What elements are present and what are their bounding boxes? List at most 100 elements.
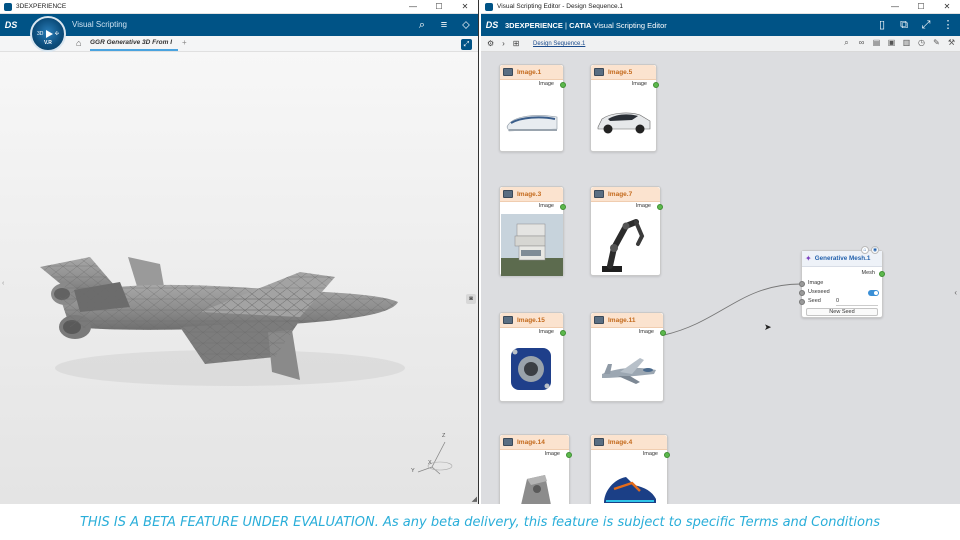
ds-logo-icon[interactable]: DS: [0, 20, 22, 30]
book-icon[interactable]: ▯: [876, 17, 888, 33]
right-titlebar: Visual Scripting Editor - Design Sequenc…: [481, 0, 960, 14]
node-title: Image.14: [517, 438, 545, 446]
node-top-icons: ⌂ ◉: [861, 246, 879, 254]
generative-mesh-node[interactable]: ⌂ ◉ ✦ Generative Mesh.1 Mesh Image Usese…: [799, 246, 885, 318]
image-node-7[interactable]: Image.7 Image: [590, 186, 663, 276]
right-window-title: Visual Scripting Editor - Design Sequenc…: [497, 3, 623, 10]
note-icon[interactable]: ▤: [872, 38, 881, 48]
camera-icon[interactable]: ◙: [466, 294, 476, 304]
graph-canvas[interactable]: Image.1 Image Image.5 Image Image.3 Imag…: [481, 52, 960, 504]
output-port[interactable]: [657, 204, 663, 210]
jet-thumbnail: [602, 358, 656, 384]
menu-icon[interactable]: ≡: [438, 17, 450, 33]
image-node-icon: [594, 438, 604, 446]
minimize-button[interactable]: —: [882, 0, 908, 14]
seed-input[interactable]: 0: [836, 298, 878, 306]
chart-icon[interactable]: ▥: [902, 38, 911, 48]
home-icon[interactable]: ⌂: [76, 38, 81, 48]
generative-sparkle-icon: ✦: [805, 254, 812, 263]
compass-symbol-icon: ✣: [54, 31, 59, 37]
share-icon[interactable]: ⧉: [898, 17, 910, 33]
binoculars-icon[interactable]: ∞: [857, 38, 866, 48]
output-port-label: Image: [538, 203, 554, 209]
minimize-button[interactable]: —: [400, 0, 426, 14]
useseed-input-port[interactable]: [799, 290, 805, 296]
expand-icon[interactable]: ⤢: [461, 39, 472, 50]
image-node-4[interactable]: Image.4 Image: [590, 434, 670, 504]
chevron-left-icon[interactable]: ‹: [954, 288, 957, 297]
seed-row: Seed 0: [799, 298, 882, 307]
tree-icon[interactable]: ⊞: [513, 39, 520, 48]
node-title: Generative Mesh.1: [814, 255, 871, 262]
tools-icon[interactable]: ⚒: [947, 38, 956, 48]
visual-scripting-window: 3DEXPERIENCE — ☐ ✕ DS Visual Scripting ⌕…: [0, 0, 479, 504]
train-thumbnail: [506, 115, 558, 132]
seed-input-port[interactable]: [799, 299, 805, 305]
node-header: Image.11: [591, 313, 663, 328]
image-node-14[interactable]: Image.14 Image: [499, 434, 572, 504]
fullscreen-icon[interactable]: ⤢: [920, 17, 932, 33]
y-axis-label: Y: [411, 468, 415, 474]
maximize-button[interactable]: ☐: [426, 0, 452, 14]
play-icon: [45, 30, 53, 38]
node-header: Image.14: [500, 435, 569, 450]
seed-label: Seed: [808, 298, 821, 304]
image-node-5[interactable]: Image.5 Image: [590, 64, 659, 152]
add-tab-button[interactable]: +: [182, 38, 187, 47]
output-port[interactable]: [560, 82, 566, 88]
bearing-thumbnail: [511, 348, 551, 390]
eye-icon[interactable]: ◉: [871, 246, 879, 254]
node-title: Image.11: [608, 316, 636, 324]
image-input-row: Image: [799, 280, 882, 289]
search-icon[interactable]: ⌕: [416, 17, 428, 33]
zoom-icon[interactable]: ⌕: [842, 38, 851, 48]
close-button[interactable]: ✕: [452, 0, 478, 14]
brand-suffix: Visual Scripting Editor: [591, 20, 667, 30]
more-icon[interactable]: ⋮: [942, 17, 954, 33]
3d-viewport[interactable]: ‹ Z Y X ◙ ◢: [0, 52, 478, 504]
close-button[interactable]: ✕: [934, 0, 960, 14]
useseed-toggle[interactable]: [868, 290, 879, 296]
output-port[interactable]: [560, 204, 566, 210]
node-header: Image.7: [591, 187, 660, 202]
resize-handle-icon[interactable]: ◢: [472, 495, 477, 503]
node-header: Image.4: [591, 435, 667, 450]
chevron-right-icon[interactable]: ›: [502, 39, 505, 48]
lock-icon[interactable]: ⌂: [861, 246, 869, 254]
image-node-1[interactable]: Image.1 Image: [499, 64, 566, 152]
editor-appbar-icons: ▯ ⧉ ⤢ ⋮: [876, 17, 954, 33]
timer-icon[interactable]: ◷: [917, 38, 926, 48]
document-tab[interactable]: GGR Generative 3D From I: [90, 39, 178, 51]
breadcrumb[interactable]: Design Sequence.1: [533, 41, 585, 47]
new-seed-button[interactable]: New Seed: [806, 308, 878, 316]
output-port[interactable]: [660, 330, 666, 336]
wrench-icon[interactable]: ✎: [932, 38, 941, 48]
toolbar-right: ⌕ ∞ ▤ ▣ ▥ ◷ ✎ ⚒: [842, 38, 956, 48]
compass-widget[interactable]: 3D ✣ V.R: [30, 16, 66, 52]
node-title: Image.4: [608, 438, 633, 446]
image-node-11[interactable]: Image.11 Image: [590, 312, 666, 402]
output-port[interactable]: [653, 82, 659, 88]
maximize-button[interactable]: ☐: [908, 0, 934, 14]
brand-prefix: 3DEXPERIENCE: [505, 20, 563, 30]
image-node-3[interactable]: Image.3 Image: [499, 186, 566, 276]
image-node-icon: [594, 190, 604, 198]
output-port-label: Image: [631, 81, 647, 87]
output-port[interactable]: [560, 330, 566, 336]
tag-icon[interactable]: ⬦: [460, 17, 472, 33]
image-node-icon: [503, 68, 513, 76]
mesh-output-port[interactable]: [879, 271, 885, 277]
output-port-label: Image: [538, 81, 554, 87]
output-port[interactable]: [664, 452, 670, 458]
output-port[interactable]: [566, 452, 572, 458]
image-node-15[interactable]: Image.15 Image: [499, 312, 566, 402]
right-window-controls: — ☐ ✕: [882, 0, 960, 14]
brand-product: CATIA: [569, 20, 592, 30]
output-port-label: Image: [635, 203, 651, 209]
left-window-controls: — ☐ ✕: [400, 0, 478, 14]
ds-logo-icon[interactable]: DS: [481, 20, 503, 30]
image-icon[interactable]: ▣: [887, 38, 896, 48]
image-input-port[interactable]: [799, 281, 805, 287]
graph-icon[interactable]: ⚙: [487, 39, 494, 48]
x-axis-label: X: [428, 460, 432, 466]
